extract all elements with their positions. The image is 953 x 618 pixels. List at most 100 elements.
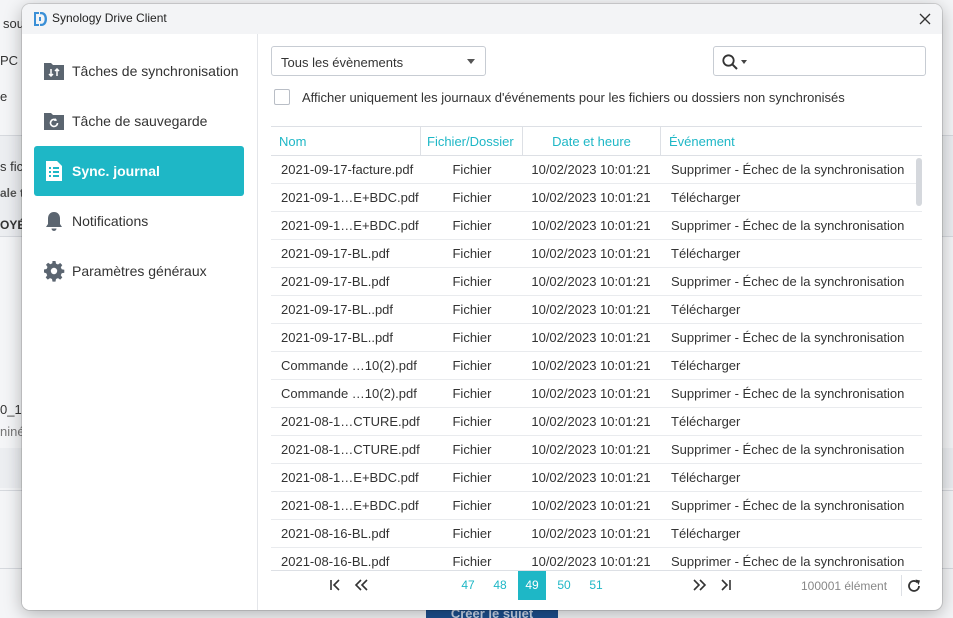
search-input[interactable] <box>754 51 920 71</box>
table-row[interactable]: 2021-09-1…E+BDC.pdf Fichier 10/02/2023 10:… <box>271 184 922 212</box>
previous-page-icon[interactable] <box>351 576 371 594</box>
sidebar-item-label: Sync. journal <box>72 163 160 179</box>
sidebar-item-sync-journal[interactable]: Sync. journal <box>34 146 244 196</box>
cell-name: 2021-09-17-BL.pdf <box>281 246 390 261</box>
table-row[interactable]: 2021-08-1…CTURE.pdf Fichier 10/02/2023 10:… <box>271 436 922 464</box>
table-row[interactable]: Commande …10(2).pdf Fichier 10/02/2023 10:… <box>271 380 922 408</box>
table-row[interactable]: 2021-09-17-BL.pdf Fichier 10/02/2023 10:01… <box>271 268 922 296</box>
cell-name: 2021-08-1…E+BDC.pdf <box>281 498 419 513</box>
journal-panel: Tous les évènements Afficher uniquement … <box>259 34 942 610</box>
cell-datetime: 10/02/2023 10:01:21 <box>531 274 651 289</box>
sidebar-item-label: Tâches de synchronisation <box>72 63 239 79</box>
cell-datetime: 10/02/2023 10:01:21 <box>531 442 651 457</box>
refresh-icon[interactable] <box>905 577 923 595</box>
cell-name: 2021-08-1…E+BDC.pdf <box>281 470 419 485</box>
sidebar-item-label: Paramètres généraux <box>72 263 207 279</box>
table-row[interactable]: 2021-09-17-BL..pdf Fichier 10/02/2023 10:0… <box>271 324 922 352</box>
total-items-count: 100001 élément <box>801 579 888 593</box>
cell-event: Supprimer - Échec de la synchronisation <box>671 218 905 233</box>
cell-type: Fichier <box>452 470 492 485</box>
table-row[interactable]: 2021-09-17-BL..pdf Fichier 10/02/2023 10:0… <box>271 296 922 324</box>
sidebar-item-general-settings[interactable]: Paramètres généraux <box>34 246 244 296</box>
sidebar-item-backup-task[interactable]: Tâche de sauvegarde <box>34 96 244 146</box>
sidebar-item-sync-tasks[interactable]: Tâches de synchronisation <box>34 46 244 96</box>
event-filter-select[interactable]: Tous les évènements <box>271 46 486 76</box>
cell-event: Supprimer - Échec de la synchronisation <box>671 274 905 289</box>
background-text: sou <box>3 16 24 31</box>
next-page-icon[interactable] <box>690 576 710 594</box>
sidebar: Tâches de synchronisation Tâche de sauve… <box>22 34 258 610</box>
cell-name: 2021-09-1…E+BDC.pdf <box>281 190 419 205</box>
table-row[interactable]: 2021-08-16-BL.pdf Fichier 10/02/2023 10:01… <box>271 520 922 548</box>
cell-datetime: 10/02/2023 10:01:21 <box>531 190 651 205</box>
first-page-icon[interactable] <box>325 576 345 594</box>
cell-type: Fichier <box>452 162 492 177</box>
caret-down-icon <box>467 59 475 64</box>
bell-icon <box>46 212 62 231</box>
cell-type: Fichier <box>452 302 492 317</box>
synology-drive-logo-icon <box>34 12 47 26</box>
column-header-event[interactable]: Événement <box>661 127 922 156</box>
column-header-name[interactable]: Nom <box>271 127 421 156</box>
last-page-icon[interactable] <box>716 576 736 594</box>
scrollbar-thumb[interactable] <box>916 158 922 206</box>
page-number[interactable]: 51 <box>582 571 610 600</box>
backup-icon <box>44 113 64 130</box>
sidebar-item-notifications[interactable]: Notifications <box>34 196 244 246</box>
cell-datetime: 10/02/2023 10:01:21 <box>531 330 651 345</box>
log-list-icon <box>46 161 62 181</box>
cell-datetime: 10/02/2023 10:01:21 <box>531 246 651 261</box>
cell-event: Télécharger <box>671 526 741 541</box>
cell-name: 2021-09-17-BL.pdf <box>281 274 390 289</box>
cell-type: Fichier <box>452 442 492 457</box>
sync-log-table: Nom Fichier/Dossier Date et heure Événem… <box>271 126 922 574</box>
page-number[interactable]: 48 <box>486 571 514 600</box>
sync-folder-icon <box>44 63 64 80</box>
cell-type: Fichier <box>452 274 492 289</box>
table-row[interactable]: 2021-09-17-BL.pdf Fichier 10/02/2023 10:01… <box>271 240 922 268</box>
cell-name: 2021-08-1…CTURE.pdf <box>281 414 420 429</box>
cell-type: Fichier <box>452 218 492 233</box>
cell-name: 2021-09-17-facture.pdf <box>281 162 414 177</box>
cell-name: 2021-09-1…E+BDC.pdf <box>281 218 419 233</box>
column-header-datetime[interactable]: Date et heure <box>523 127 661 156</box>
cell-event: Télécharger <box>671 414 741 429</box>
page-number[interactable]: 50 <box>550 571 578 600</box>
table-row[interactable]: 2021-08-1…E+BDC.pdf Fichier 10/02/2023 10:… <box>271 492 922 520</box>
gear-icon <box>44 261 65 282</box>
cell-event: Télécharger <box>671 302 741 317</box>
cell-type: Fichier <box>452 358 492 373</box>
cell-type: Fichier <box>452 526 492 541</box>
cell-name: 2021-08-16-BL.pdf <box>281 526 390 541</box>
background-text: e <box>0 89 8 104</box>
page-number[interactable]: 47 <box>454 571 482 600</box>
table-row[interactable]: 2021-09-17-facture.pdf Fichier 10/02/2023 … <box>271 156 922 184</box>
table-row[interactable]: Commande …10(2).pdf Fichier 10/02/2023 10:… <box>271 352 922 380</box>
search-icon[interactable] <box>721 53 739 71</box>
table-row[interactable]: 2021-08-1…CTURE.pdf Fichier 10/02/2023 10:… <box>271 408 922 436</box>
search-options-caret-icon[interactable] <box>741 60 747 64</box>
background-text: s fic <box>0 159 24 174</box>
cell-datetime: 10/02/2023 10:01:21 <box>531 302 651 317</box>
cell-event: Supprimer - Échec de la synchronisation <box>671 498 905 513</box>
table-row[interactable]: 2021-09-1…E+BDC.pdf Fichier 10/02/2023 10:… <box>271 212 922 240</box>
cell-type: Fichier <box>452 246 492 261</box>
table-body: 2021-09-17-facture.pdf Fichier 10/02/2023 … <box>271 156 922 574</box>
unsynced-only-label[interactable]: Afficher uniquement les journaux d'événe… <box>302 90 845 105</box>
table-row[interactable]: 2021-08-1…E+BDC.pdf Fichier 10/02/2023 10:… <box>271 464 922 492</box>
cell-type: Fichier <box>452 498 492 513</box>
column-header-type[interactable]: Fichier/Dossier <box>421 127 523 156</box>
sidebar-item-label: Tâche de sauvegarde <box>72 113 208 129</box>
unsynced-only-checkbox[interactable] <box>274 89 290 105</box>
cell-event: Télécharger <box>671 246 741 261</box>
cell-event: Supprimer - Échec de la synchronisation <box>671 330 905 345</box>
close-icon[interactable] <box>914 8 936 30</box>
cell-name: 2021-08-1…CTURE.pdf <box>281 442 420 457</box>
page-number-current[interactable]: 49 <box>518 571 546 600</box>
synology-drive-dialog: Synology Drive Client Tâches de synchron… <box>22 4 942 610</box>
cell-name: 2021-09-17-BL..pdf <box>281 302 394 317</box>
cell-name: 2021-09-17-BL..pdf <box>281 330 394 345</box>
cell-datetime: 10/02/2023 10:01:21 <box>531 470 651 485</box>
window-title: Synology Drive Client <box>52 11 167 25</box>
cell-datetime: 10/02/2023 10:01:21 <box>531 358 651 373</box>
